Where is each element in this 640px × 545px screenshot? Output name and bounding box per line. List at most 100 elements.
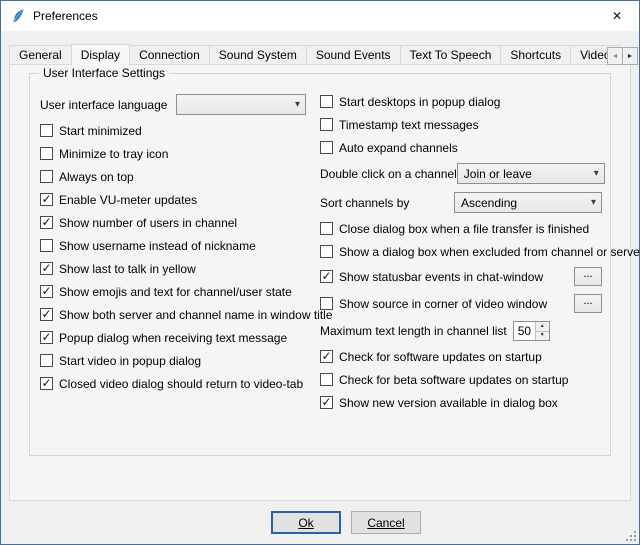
tab-sound-events[interactable]: Sound Events: [306, 45, 401, 65]
checkbox-show-a-dialog-box-when-excluded-from-channel-or-server[interactable]: ✓Show a dialog box when excluded from ch…: [320, 245, 640, 259]
checkbox-show-number-of-users-in-channel[interactable]: ✓ Show number of users in channel: [40, 216, 237, 230]
tab-sound-system[interactable]: Sound System: [209, 45, 307, 65]
checkbox-show-both-server-and-channel-name-in-window-title[interactable]: ✓Show both server and channel name in wi…: [40, 308, 333, 322]
spinner-buttons: ▲▼: [535, 322, 549, 340]
checkbox-check-for-beta-software-updates-on-startup[interactable]: ✓Check for beta software updates on star…: [320, 373, 568, 387]
spinner-value[interactable]: 50: [514, 322, 535, 340]
checkbox-box[interactable]: ✓: [40, 170, 53, 183]
tab-text-to-speech[interactable]: Text To Speech: [400, 45, 502, 65]
group-title: User Interface Settings: [39, 66, 169, 80]
checkbox-enable-vu-meter-updates[interactable]: ✓Enable VU-meter updates: [40, 193, 197, 207]
app-icon: [10, 8, 26, 24]
checkbox-show-last-to-talk-in-yellow[interactable]: ✓Show last to talk in yellow: [40, 262, 196, 276]
checkbox-box[interactable]: ✓: [40, 377, 53, 390]
checkbox-box[interactable]: ✓: [320, 350, 333, 363]
checkbox-box[interactable]: ✓: [40, 193, 53, 206]
checkbox-box[interactable]: ✓: [320, 141, 333, 154]
row-start-desktops-in-popup-dialog: ✓Start desktops in popup dialog: [320, 94, 602, 109]
checkbox-box[interactable]: ✓: [40, 124, 53, 137]
checkbox-box[interactable]: ✓: [320, 396, 333, 409]
tab-general[interactable]: General: [9, 45, 72, 65]
checkbox-label: Show source in corner of video window: [339, 297, 547, 311]
checkbox-timestamp-text-messages[interactable]: ✓Timestamp text messages: [320, 118, 479, 132]
more-button-show-source-in-corner-of-video-window[interactable]: ...: [574, 294, 602, 313]
checkbox-label: Show number of users in channel: [59, 216, 237, 230]
left-column: User interface language▾ ✓Start minimized…: [40, 94, 306, 418]
chevron-down-icon: ▾: [594, 169, 599, 179]
check-icon: ✓: [321, 350, 331, 362]
checkbox-box[interactable]: ✓: [40, 331, 53, 344]
checkbox-box[interactable]: ✓: [320, 222, 333, 235]
dropdown-sort-channels-by[interactable]: Ascending▾: [454, 192, 602, 213]
checkbox-show-new-version-available-in-dialog-box[interactable]: ✓Show new version available in dialog bo…: [320, 396, 558, 410]
checkbox-always-on-top[interactable]: ✓ Always on top: [40, 170, 134, 184]
row-show-username-instead-of-nickname: ✓ Show username instead of nickname: [40, 238, 306, 253]
spinner-maximum-text-length-in-channel-list[interactable]: 50▲▼: [513, 321, 550, 341]
checkbox-box[interactable]: ✓: [40, 354, 53, 367]
checkbox-box[interactable]: ✓: [40, 285, 53, 298]
checkbox-box[interactable]: ✓: [40, 147, 53, 160]
title-bar[interactable]: Preferences ✕: [1, 1, 639, 31]
checkbox-auto-expand-channels[interactable]: ✓Auto expand channels: [320, 141, 458, 155]
ok-button[interactable]: Ok: [271, 511, 341, 534]
checkbox-box[interactable]: ✓: [320, 95, 333, 108]
row-show-both-server-and-channel-name-in-window-title: ✓Show both server and channel name in wi…: [40, 307, 306, 322]
row-show-statusbar-events-in-chat-window: ✓Show statusbar events in chat-window...: [320, 267, 602, 286]
row-user-interface-language: User interface language▾: [40, 94, 306, 115]
checkbox-box[interactable]: ✓: [40, 239, 53, 252]
cancel-button[interactable]: Cancel: [351, 511, 421, 534]
spin-up-icon[interactable]: ▲: [536, 322, 549, 332]
tab-display[interactable]: Display: [71, 44, 130, 65]
chevron-down-icon: ▾: [591, 198, 596, 208]
check-icon: ✓: [41, 216, 51, 228]
checkbox-box[interactable]: ✓: [320, 118, 333, 131]
ok-button-label: Ok: [298, 516, 313, 530]
checkbox-box[interactable]: ✓: [320, 297, 333, 310]
user-interface-settings-group: User Interface Settings User interface l…: [29, 73, 611, 456]
dropdown-double-click-on-a-channel[interactable]: Join or leave▾: [457, 163, 605, 184]
checkbox-close-dialog-box-when-a-file-transfer-is-finished[interactable]: ✓Close dialog box when a file transfer i…: [320, 222, 589, 236]
row-timestamp-text-messages: ✓Timestamp text messages: [320, 117, 602, 132]
checkbox-box[interactable]: ✓: [40, 216, 53, 229]
checkbox-closed-video-dialog-should-return-to-video-tab[interactable]: ✓Closed video dialog should return to vi…: [40, 377, 303, 391]
spin-down-icon[interactable]: ▼: [536, 332, 549, 341]
row-popup-dialog-when-receiving-text-message: ✓Popup dialog when receiving text messag…: [40, 330, 306, 345]
tab-scroll-left-icon[interactable]: ◄: [607, 47, 623, 65]
tab-scroll-right-icon[interactable]: ►: [622, 47, 638, 65]
row-auto-expand-channels: ✓Auto expand channels: [320, 140, 602, 155]
checkbox-box[interactable]: ✓: [320, 270, 333, 283]
tab-bar: GeneralDisplayConnectionSound SystemSoun…: [1, 43, 639, 65]
checkbox-box[interactable]: ✓: [320, 245, 333, 258]
spinner-label: Maximum text length in channel list: [320, 324, 507, 338]
checkbox-box[interactable]: ✓: [40, 262, 53, 275]
checkbox-show-statusbar-events-in-chat-window[interactable]: ✓Show statusbar events in chat-window: [320, 270, 543, 284]
checkbox-label: Check for software updates on startup: [339, 350, 542, 364]
dropdown-user-interface-language[interactable]: ▾: [176, 94, 306, 115]
checkbox-label: Show username instead of nickname: [59, 239, 256, 253]
resize-grip[interactable]: [634, 539, 636, 541]
row-show-emojis-and-text-for-channel-user-state: ✓Show emojis and text for channel/user s…: [40, 284, 306, 299]
checkbox-start-video-in-popup-dialog[interactable]: ✓Start video in popup dialog: [40, 354, 201, 368]
check-icon: ✓: [321, 270, 331, 282]
checkbox-start-minimized[interactable]: ✓Start minimized: [40, 124, 142, 138]
close-icon[interactable]: ✕: [595, 1, 639, 31]
checkbox-minimize-to-tray-icon[interactable]: ✓Minimize to tray icon: [40, 147, 168, 161]
checkbox-show-emojis-and-text-for-channel-user-state[interactable]: ✓Show emojis and text for channel/user s…: [40, 285, 292, 299]
tab-connection[interactable]: Connection: [129, 45, 210, 65]
combo-label: Double click on a channel: [320, 167, 457, 181]
tab-shortcuts[interactable]: Shortcuts: [500, 45, 571, 65]
settings-columns: User interface language▾ ✓Start minimized…: [30, 74, 610, 418]
checkbox-start-desktops-in-popup-dialog[interactable]: ✓Start desktops in popup dialog: [320, 95, 500, 109]
checkbox-check-for-software-updates-on-startup[interactable]: ✓ Check for software updates on startup: [320, 350, 542, 364]
row-show-a-dialog-box-when-excluded-from-channel-or-server: ✓Show a dialog box when excluded from ch…: [320, 244, 602, 259]
checkbox-label: Always on top: [59, 170, 134, 184]
more-button-show-statusbar-events-in-chat-window[interactable]: ...: [574, 267, 602, 286]
right-column: ✓Start desktops in popup dialog ✓Timestam…: [320, 94, 602, 418]
checkbox-show-source-in-corner-of-video-window[interactable]: ✓ Show source in corner of video window: [320, 297, 547, 311]
checkbox-box[interactable]: ✓: [320, 373, 333, 386]
checkbox-popup-dialog-when-receiving-text-message[interactable]: ✓Popup dialog when receiving text messag…: [40, 331, 287, 345]
checkbox-show-username-instead-of-nickname[interactable]: ✓ Show username instead of nickname: [40, 239, 256, 253]
preferences-window: Preferences ✕ GeneralDisplayConnectionSo…: [0, 0, 640, 545]
check-icon: ✓: [41, 377, 51, 389]
checkbox-box[interactable]: ✓: [40, 308, 53, 321]
